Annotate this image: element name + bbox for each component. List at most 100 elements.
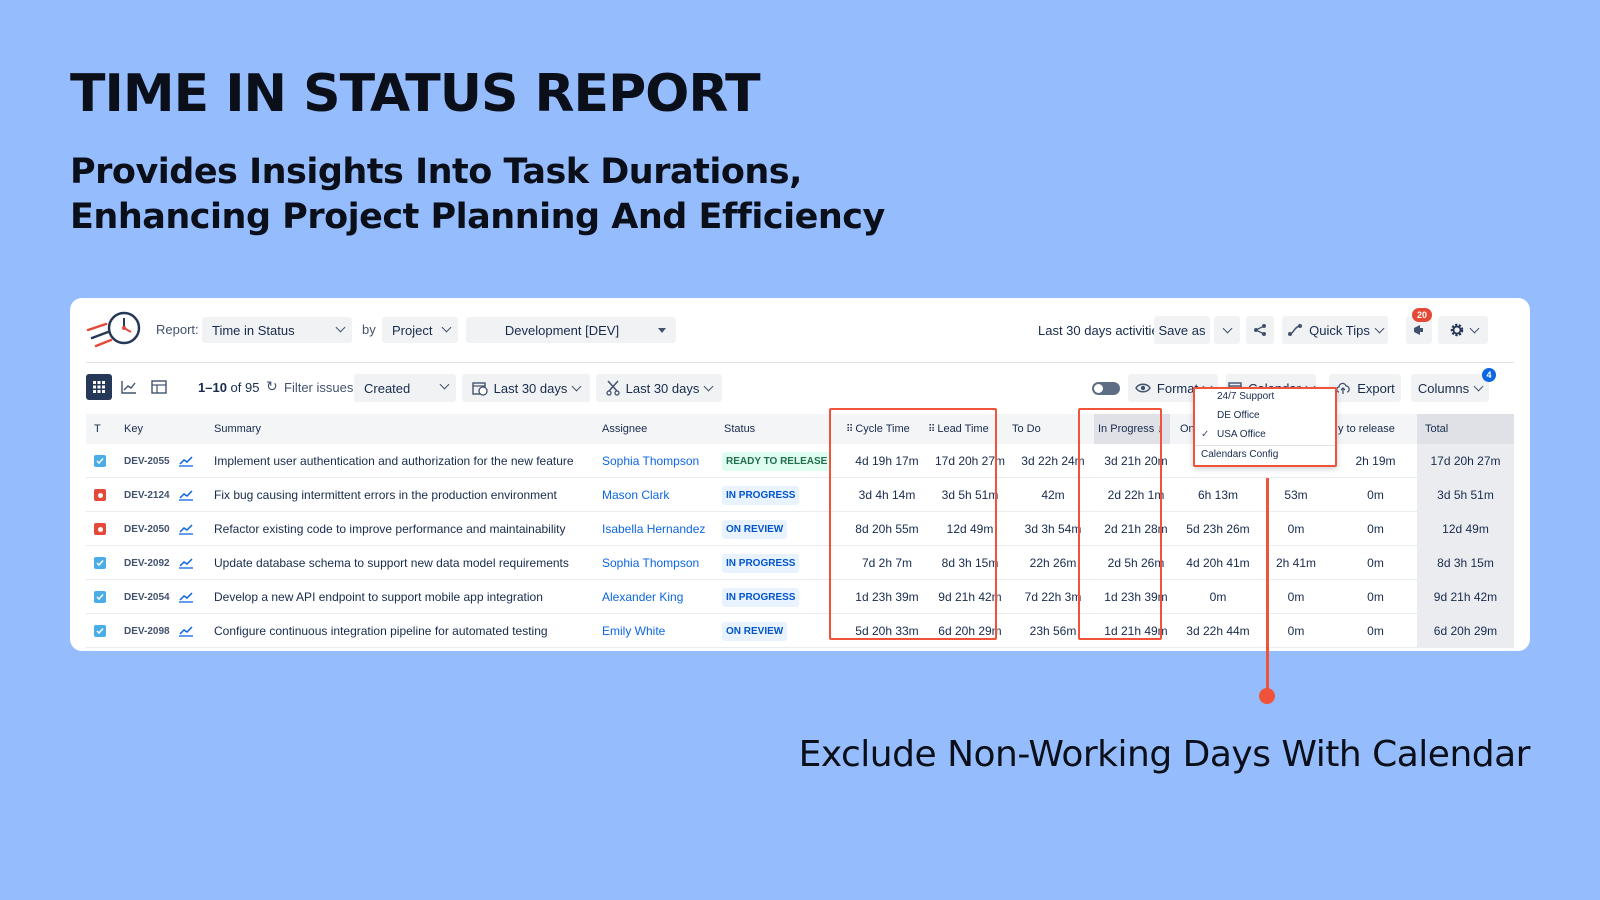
columns-button[interactable]: Columns — [1411, 374, 1489, 402]
export-button[interactable]: Export — [1329, 374, 1401, 402]
duration-onreview: 0m — [1209, 590, 1227, 604]
col-key[interactable]: Key — [124, 414, 143, 444]
dropdown-divider — [1195, 445, 1335, 446]
calendar-option-de[interactable]: DE Office — [1217, 410, 1260, 421]
save-as-button[interactable]: Save as — [1154, 316, 1210, 344]
assignee-link[interactable]: Isabella Hernandez — [602, 512, 705, 546]
format-label: Format — [1156, 380, 1199, 396]
duration-onreview: 6h 13m — [1197, 488, 1239, 502]
issue-key[interactable]: DEV-2124 — [124, 478, 170, 512]
status-badge: ON REVIEW — [722, 621, 788, 641]
route-icon — [1288, 324, 1303, 336]
col-to-do[interactable]: To Do — [1012, 414, 1041, 444]
toolbar-divider — [86, 362, 1514, 363]
table-row[interactable]: DEV-2098 Configure continuous integratio… — [86, 614, 1514, 648]
issue-key[interactable]: DEV-2092 — [124, 546, 170, 580]
duration-ready: 0m — [1367, 488, 1384, 502]
group-by-select[interactable]: Project — [382, 317, 458, 343]
table-row[interactable]: DEV-2092 Update database schema to suppo… — [86, 546, 1514, 580]
cloud-upload-icon — [1336, 382, 1350, 394]
calendars-config-link[interactable]: Calendars Config — [1201, 449, 1278, 460]
issue-summary[interactable]: Refactor existing code to improve perfor… — [214, 512, 566, 546]
trend-chart-icon[interactable] — [178, 546, 194, 580]
issue-summary[interactable]: Update database schema to support new da… — [214, 546, 569, 580]
trend-chart-icon[interactable] — [178, 614, 194, 648]
duration-total: 12d 49m — [1442, 522, 1489, 536]
col-summary[interactable]: Summary — [214, 414, 261, 444]
trend-chart-icon[interactable] — [178, 478, 194, 512]
status-cell: ON REVIEW — [722, 512, 788, 546]
duration-onreview: 5d 23h 26m — [1186, 522, 1250, 536]
line-chart-icon — [121, 381, 136, 394]
table-row[interactable]: DEV-2054 Develop a new API endpoint to s… — [86, 580, 1514, 614]
subtitle-line-2: Enhancing Project Planning And Efficienc… — [70, 197, 885, 237]
report-type-select[interactable]: Time in Status — [202, 317, 352, 343]
date-range-button[interactable]: Last 30 days — [462, 374, 590, 402]
col-total[interactable]: Total — [1417, 414, 1514, 444]
filter-field-select[interactable]: Created — [354, 374, 456, 402]
table-row[interactable]: DEV-2050 Refactor existing code to impro… — [86, 512, 1514, 546]
task-type-icon — [94, 625, 106, 637]
duration-onreview: 4d 20h 41m — [1186, 556, 1250, 570]
col-status[interactable]: Status — [724, 414, 755, 444]
table-view-button[interactable] — [146, 374, 172, 400]
duration-ready: 0m — [1367, 522, 1384, 536]
issue-summary[interactable]: Configure continuous integration pipelin… — [214, 614, 548, 648]
duration-total: 17d 20h 27m — [1430, 454, 1501, 468]
duration-hidden: 0m — [1287, 624, 1305, 638]
trend-chart-icon[interactable] — [178, 512, 194, 546]
calendar-option-24-7[interactable]: 24/7 Support — [1217, 391, 1274, 402]
assignee-link[interactable]: Sophia Thompson — [602, 444, 699, 478]
assignee-link[interactable]: Emily White — [602, 614, 665, 648]
table-row[interactable]: DEV-2124 Fix bug causing intermittent er… — [86, 478, 1514, 512]
status-badge: IN PROGRESS — [722, 485, 800, 505]
toggle-switch[interactable] — [1092, 382, 1120, 395]
col-assignee[interactable]: Assignee — [602, 414, 647, 444]
chart-view-button[interactable] — [116, 374, 142, 400]
calendar-dropdown: 24/7 Support DE Office ✓ USA Office Cale… — [1193, 387, 1337, 467]
activity-range-button[interactable]: Last 30 days — [596, 374, 722, 402]
assignee-link[interactable]: Mason Clark — [602, 478, 669, 512]
share-button[interactable] — [1246, 316, 1274, 344]
issue-type-cell — [94, 444, 106, 478]
callout-line — [1266, 478, 1269, 692]
issue-key[interactable]: DEV-2050 — [124, 512, 170, 546]
layout-icon — [151, 380, 167, 394]
issue-key[interactable]: DEV-2054 — [124, 580, 170, 614]
report-type-value: Time in Status — [212, 322, 295, 338]
issue-summary[interactable]: Develop a new API endpoint to support mo… — [214, 580, 543, 614]
app-logo-icon — [86, 311, 141, 348]
col-type[interactable]: T — [94, 414, 101, 444]
project-select[interactable]: Development [DEV] — [466, 317, 676, 343]
assignee-link[interactable]: Sophia Thompson — [602, 546, 699, 580]
calendar-option-usa[interactable]: USA Office — [1217, 429, 1266, 440]
calendar-clock-icon — [471, 382, 488, 396]
duration-hidden: 2h 41m — [1275, 556, 1317, 570]
caret-down-icon — [658, 328, 666, 333]
assignee-link[interactable]: Alexander King — [602, 580, 683, 614]
grid-view-button[interactable] — [86, 374, 112, 400]
filter-label: Filter issues: — [284, 380, 357, 395]
trend-chart-icon[interactable] — [178, 580, 194, 614]
issue-summary[interactable]: Fix bug causing intermittent errors in t… — [214, 478, 557, 512]
chevron-down-icon — [1469, 323, 1479, 333]
duration-hidden: 0m — [1287, 590, 1305, 604]
settings-button[interactable] — [1438, 316, 1488, 344]
refresh-icon[interactable]: ↻ — [266, 378, 278, 395]
activity-range-value: Last 30 days — [625, 380, 700, 396]
issue-summary[interactable]: Implement user authentication and author… — [214, 444, 574, 478]
save-menu-button[interactable] — [1214, 316, 1240, 344]
task-type-icon — [94, 455, 106, 467]
issue-type-cell — [94, 478, 106, 512]
quick-tips-button[interactable]: Quick Tips — [1282, 316, 1388, 344]
grid-icon — [93, 381, 105, 393]
issue-key[interactable]: DEV-2098 — [124, 614, 170, 648]
in-progress-highlight — [1078, 408, 1162, 640]
trend-chart-icon[interactable] — [178, 444, 194, 478]
chevron-down-icon — [571, 381, 582, 391]
issue-key[interactable]: DEV-2055 — [124, 444, 170, 478]
status-badge: ON REVIEW — [722, 519, 788, 539]
status-cell: IN PROGRESS — [722, 478, 800, 512]
col-ready-to-release[interactable]: y to release — [1338, 414, 1395, 444]
duration-total: 8d 3h 15m — [1437, 556, 1494, 570]
